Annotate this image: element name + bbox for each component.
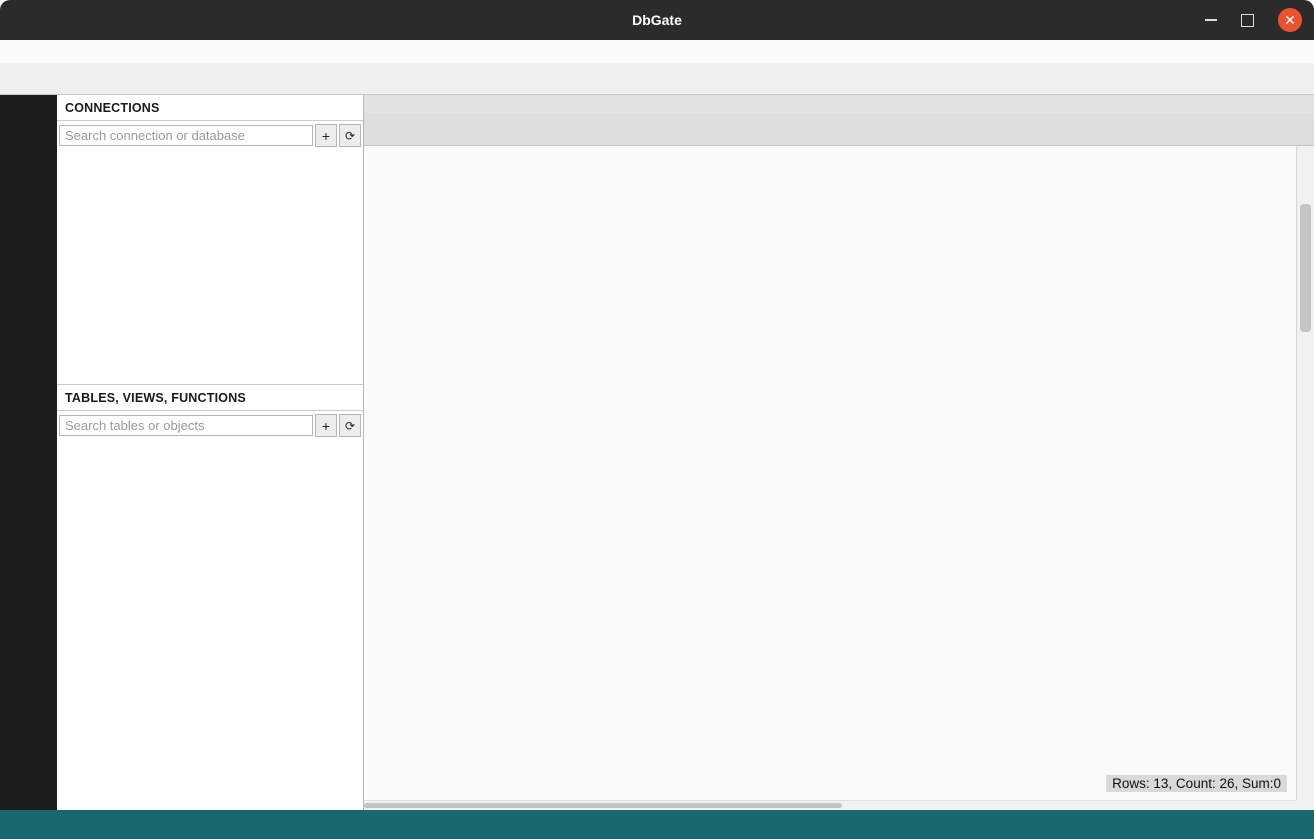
tables-refresh-icon[interactable]: ⟳ [339,414,361,437]
maximize-icon[interactable] [1241,14,1254,27]
add-connection-plus-icon[interactable]: + [315,124,337,147]
window-title: DbGate [632,12,682,28]
connections-search-row: + ⟳ [57,121,363,150]
main-area: CONNECTIONS + ⟳ TABLES, VIEWS, FUNCTIONS… [0,95,1314,810]
tab-strip [364,113,1314,146]
connections-refresh-icon[interactable]: ⟳ [339,124,361,147]
tab-group-strip [364,95,1314,113]
connections-header: CONNECTIONS [57,95,363,121]
connections-search-input[interactable] [59,125,313,146]
grid-vertical-scrollbar[interactable] [1296,146,1314,810]
window-controls: ✕ [1205,0,1302,40]
tables-panel-header: TABLES, VIEWS, FUNCTIONS [57,384,363,411]
selection-stats-tooltip: Rows: 13, Count: 26, Sum:0 [1106,775,1287,792]
title-bar: DbGate ✕ [0,0,1314,40]
tables-tree [57,440,363,810]
left-icon-rail [0,95,57,810]
data-grid-wrap: Rows: 13, Count: 26, Sum:0 [364,146,1314,810]
menu-bar [0,40,1314,63]
toolbar [0,63,1314,95]
status-bar [0,810,1314,839]
grid-horizontal-scrollbar[interactable] [364,800,1297,810]
dbgate-app: DbGate ✕ CONNECTIONS + ⟳ TABLES, VIEWS, … [0,0,1314,839]
tables-search-row: + ⟳ [57,411,363,440]
side-panel: CONNECTIONS + ⟳ TABLES, VIEWS, FUNCTIONS… [57,95,364,810]
connections-tree [57,150,363,384]
tables-search-input[interactable] [59,415,313,436]
content-area: Rows: 13, Count: 26, Sum:0 [364,95,1314,810]
tables-plus-icon[interactable]: + [315,414,337,437]
close-icon[interactable]: ✕ [1278,8,1302,32]
minimize-icon[interactable] [1205,19,1217,21]
